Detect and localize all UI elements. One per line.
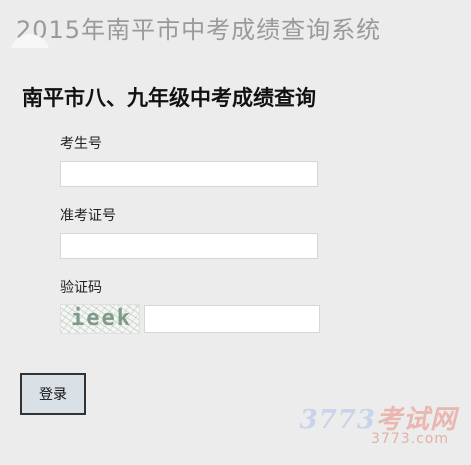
captcha-image[interactable]: ieek: [60, 304, 140, 334]
watermark-brand-suffix: 考试网: [375, 405, 457, 435]
exam-id-input[interactable]: [60, 233, 318, 259]
exam-number-input[interactable]: [60, 161, 318, 187]
site-header: 2015年南平市中考成绩查询系统: [0, 0, 471, 74]
page-title: 南平市八、九年级中考成绩查询: [22, 86, 316, 110]
watermark-url: 3773.com: [371, 431, 449, 447]
captcha-code-text: ieek: [71, 306, 132, 331]
watermark-brand: 3773考试网: [300, 399, 457, 436]
exam-id-label: 准考证号: [60, 208, 116, 224]
login-button[interactable]: 登录: [20, 373, 86, 415]
query-form: 南平市八、九年级中考成绩查询 考生号 准考证号 验证码 ieek 登录 3773…: [0, 48, 471, 465]
captcha-input[interactable]: [144, 305, 320, 333]
watermark-brand-number: 3773: [299, 405, 376, 435]
exam-number-label: 考生号: [60, 136, 102, 152]
captcha-label: 验证码: [60, 280, 102, 296]
site-title: 2015年南平市中考成绩查询系统: [16, 16, 382, 44]
site-watermark-logo: 3773考试网 3773.com: [297, 399, 457, 451]
